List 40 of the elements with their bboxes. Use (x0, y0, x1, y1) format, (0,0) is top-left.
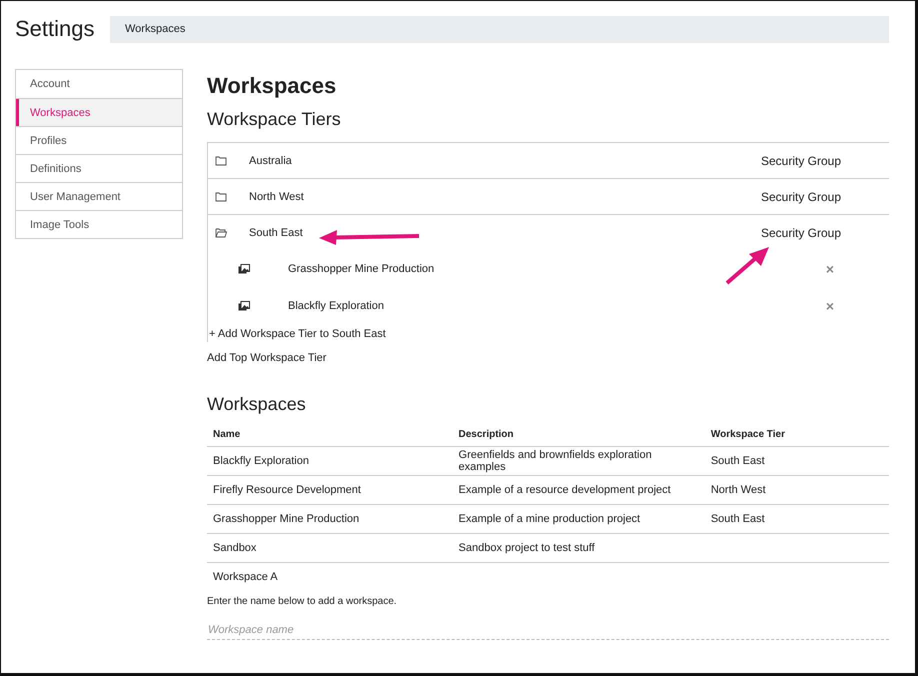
workspace-name[interactable]: Blackfly Exploration (288, 300, 826, 312)
folder-icon (215, 192, 227, 202)
page-title: Settings (15, 16, 93, 42)
image-stack-icon (238, 264, 250, 274)
table-cell: Sandbox project to test stuff (452, 534, 705, 562)
column-header: Workspace Tier (704, 429, 889, 446)
sidebar-item[interactable]: Workspaces (16, 98, 182, 126)
table-cell: North West (704, 476, 889, 504)
image-stack-icon (238, 300, 250, 310)
table-cell: Grasshopper Mine Production (207, 504, 453, 534)
table-cell: South East (704, 504, 889, 534)
add-tier-link[interactable]: + Add Workspace Tier to South East (209, 328, 386, 340)
security-group-label: Security Group (761, 154, 842, 168)
add-top-tier-link[interactable]: Add Top Workspace Tier (207, 352, 326, 364)
column-header: Name (207, 429, 453, 446)
table-cell: Sandbox (207, 534, 453, 562)
folder-icon (215, 156, 227, 166)
tier-name[interactable]: Australia (249, 154, 761, 166)
security-group-label: Security Group (761, 226, 842, 240)
breadcrumb[interactable]: Workspaces (110, 16, 889, 42)
section-heading: Workspace Tiers (207, 109, 342, 130)
table-cell: Example of a mine production project (452, 504, 705, 534)
column-header: Description (452, 429, 705, 446)
table-cell: Example of a resource development project (452, 476, 705, 504)
table-cell: Firefly Resource Development (207, 476, 453, 504)
tier-name[interactable]: North West (249, 190, 761, 202)
remove-button[interactable]: × (826, 260, 834, 276)
section-title: Workspaces (207, 73, 338, 99)
table-cell: Blackfly Exploration (207, 446, 453, 476)
open-folder-icon (215, 228, 227, 238)
workspace-name[interactable]: Grasshopper Mine Production (288, 262, 826, 274)
remove-button[interactable]: × (826, 298, 834, 314)
section-heading: Workspaces (207, 394, 307, 415)
tier-name[interactable]: South East (249, 226, 761, 238)
table-cell: Greenfields and brownfields exploration examples (452, 446, 705, 476)
table-cell: Workspace A (207, 562, 453, 592)
table-cell: South East (704, 446, 889, 476)
hint-text: Enter the name below to add a workspace. (207, 596, 398, 606)
annotation-arrow (725, 245, 771, 285)
security-group-label: Security Group (761, 190, 842, 204)
